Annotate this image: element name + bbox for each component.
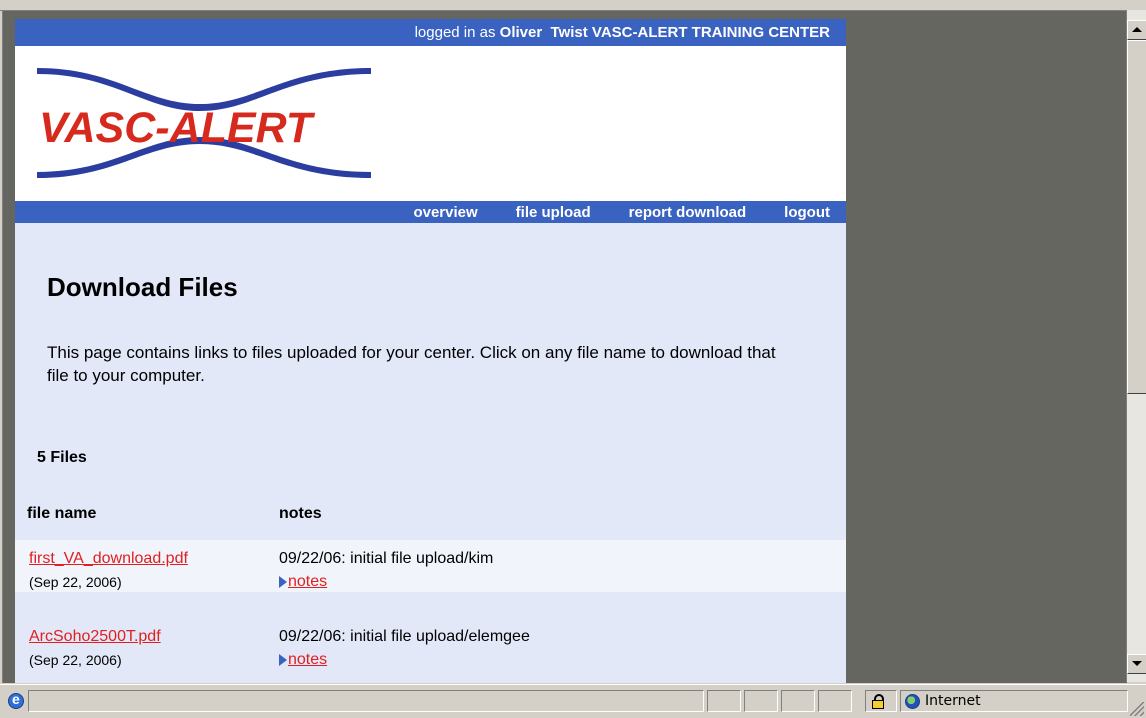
- file-note: 09/22/06: initial file upload/kim: [279, 550, 494, 567]
- status-bar: Internet: [0, 684, 1146, 718]
- resize-grip-icon[interactable]: [1130, 702, 1144, 716]
- login-prefix: logged in as: [414, 24, 500, 41]
- scroll-thumb[interactable]: [1127, 40, 1146, 394]
- notes-link[interactable]: notes: [279, 573, 327, 591]
- file-row: ArcSoho2500T.pdf (Sep 22, 2006) 09/22/06…: [15, 618, 846, 670]
- browser-viewport: logged in as Oliver Twist VASC-ALERT TRA…: [2, 10, 1127, 683]
- zone-label: Internet: [925, 693, 981, 709]
- status-text-panel: [28, 690, 704, 712]
- column-header-notes: notes: [279, 505, 322, 522]
- logo-area: VASC-ALERT: [15, 46, 846, 201]
- file-link[interactable]: ArcSoho2500T.pdf: [29, 628, 161, 646]
- nav-file-upload[interactable]: file upload: [516, 204, 591, 221]
- arrow-up-icon: [1132, 27, 1142, 32]
- file-count: 5 Files: [37, 449, 87, 466]
- status-panel: [818, 690, 852, 712]
- notes-link-label: notes: [288, 573, 328, 590]
- security-panel: [865, 690, 897, 712]
- web-page: logged in as Oliver Twist VASC-ALERT TRA…: [15, 19, 846, 683]
- ie-page-icon: [8, 691, 24, 709]
- center-name: VASC-ALERT TRAINING CENTER: [587, 24, 830, 41]
- file-date: (Sep 22, 2006): [29, 574, 122, 590]
- column-header-file-name: file name: [27, 505, 97, 522]
- expand-triangle-icon: [279, 576, 287, 588]
- lock-icon: [872, 694, 884, 709]
- file-link[interactable]: first_VA_download.pdf: [29, 550, 188, 568]
- globe-icon: [905, 694, 920, 709]
- scroll-down-button[interactable]: [1127, 654, 1146, 674]
- notes-link[interactable]: notes: [279, 651, 327, 669]
- login-bar: logged in as Oliver Twist VASC-ALERT TRA…: [15, 19, 846, 46]
- notes-link-label: notes: [288, 651, 328, 668]
- intro-text: This page contains links to files upload…: [47, 343, 776, 385]
- expand-triangle-icon: [279, 654, 287, 666]
- status-panel: [744, 690, 778, 712]
- nav-bar: overview file upload report download log…: [15, 201, 846, 223]
- file-date: (Sep 22, 2006): [29, 652, 122, 668]
- nav-report-download[interactable]: report download: [629, 204, 747, 221]
- page-title: Download Files: [47, 272, 238, 302]
- nav-logout[interactable]: logout: [784, 204, 830, 221]
- status-panel: [707, 690, 741, 712]
- vasc-alert-logo: VASC-ALERT: [37, 68, 371, 178]
- nav-overview[interactable]: overview: [413, 204, 477, 221]
- zone-panel: Internet: [900, 690, 1128, 712]
- file-row: first_VA_download.pdf (Sep 22, 2006) 09/…: [15, 540, 846, 592]
- arrow-down-icon: [1132, 661, 1142, 666]
- status-panel: [781, 690, 815, 712]
- scroll-up-button[interactable]: [1127, 20, 1146, 40]
- file-note: 09/22/06: initial file upload/elemgee: [279, 628, 530, 645]
- user-name: Oliver Twist: [499, 24, 588, 41]
- vertical-scrollbar[interactable]: [1126, 10, 1146, 682]
- logo-text: VASC-ALERT: [39, 104, 316, 152]
